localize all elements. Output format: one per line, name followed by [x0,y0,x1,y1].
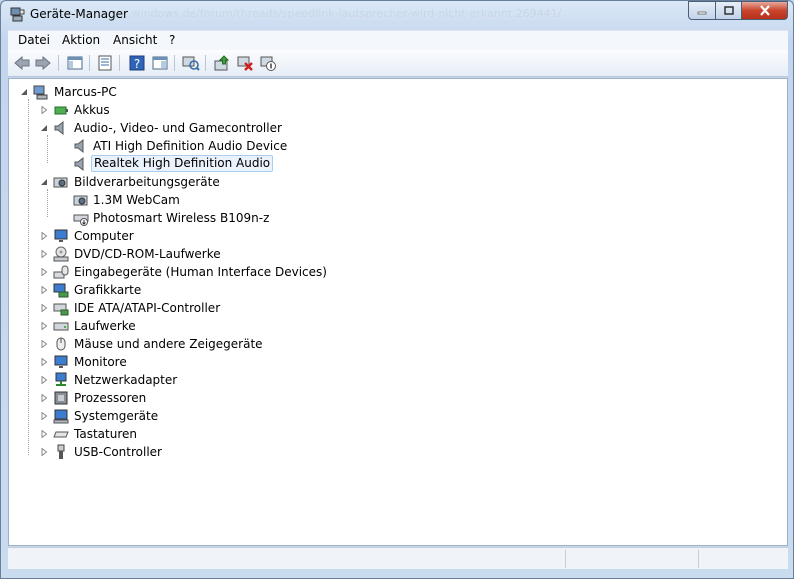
expand-arrow-icon[interactable] [40,322,48,330]
disable-icon[interactable] [259,54,277,72]
status-bar-separator [698,550,699,568]
expand-arrow-icon[interactable] [40,412,48,420]
menu-ansicht[interactable]: Ansicht [113,33,157,47]
tree-item-label: Grafikkarte [74,283,142,297]
back-icon[interactable] [13,54,31,72]
expand-arrow-icon[interactable] [40,232,48,240]
device-manager-app-icon [10,7,25,22]
disc-drive-icon [53,246,69,262]
tree-line-root [28,99,29,455]
tree-item-label: Laufwerke [74,319,136,333]
toolbar-separator [174,55,175,71]
toolbar: ? [8,50,788,77]
close-icon [759,5,770,16]
expand-arrow-icon[interactable] [40,376,48,384]
monitor-icon [54,355,68,368]
menu-datei[interactable]: Datei [18,33,50,47]
collapse-arrow-icon[interactable] [20,88,28,96]
uninstall-icon[interactable] [236,54,254,72]
keyboard-icon [53,431,69,438]
menu-help[interactable]: ? [169,33,175,47]
forward-icon[interactable] [34,54,52,72]
expand-arrow-icon[interactable] [40,286,48,294]
help-icon[interactable]: ? [128,54,146,72]
tree-item-label: Akkus [74,103,110,117]
window-title: Geräte-Manager [30,7,128,21]
speaker-icon [74,156,84,172]
tree-item-label: 1.3M WebCam [93,193,180,207]
camera-icon [53,177,68,188]
camera-icon [73,195,88,206]
menu-bar: Datei Aktion Ansicht ? [8,30,788,50]
menu-aktion[interactable]: Aktion [62,33,100,47]
tree-item-label: Mäuse und andere Zeigegeräte [74,337,263,351]
speaker-icon [74,138,84,154]
status-bar-separator [565,550,566,568]
expand-arrow-icon[interactable] [40,430,48,438]
window-title-ghost-text: ...windows.de/forum/threads/speedlink-la… [121,7,562,20]
speaker-icon [54,120,64,136]
network-adapter-icon [55,372,67,386]
scanner-icon [73,214,89,226]
action-pane-icon[interactable] [151,54,169,72]
collapse-arrow-icon[interactable] [40,178,48,186]
hid-icon [53,265,69,279]
close-button[interactable] [741,1,788,20]
system-devices-icon [53,409,69,424]
tree-item-label: Audio-, Video- und Gamecontroller [74,121,282,135]
status-bar [8,547,788,569]
usb-icon [57,444,65,459]
expand-arrow-icon[interactable] [40,448,48,456]
tree-item-label: ATI High Definition Audio Device [93,139,288,153]
tree-item-label: Prozessoren [74,391,147,405]
tree-item-label: Photosmart Wireless B109n-z [93,211,270,225]
tree-item-label: Systemgeräte [74,409,159,423]
tree-item-label: Bildverarbeitungsgeräte [74,175,220,189]
expand-arrow-icon[interactable] [40,340,48,348]
expand-arrow-icon[interactable] [40,268,48,276]
tree-item-label: USB-Controller [74,445,162,459]
processor-icon [54,391,68,405]
toolbar-separator [89,55,90,71]
expand-arrow-icon[interactable] [40,358,48,366]
tree-item-label: IDE ATA/ATAPI-Controller [74,301,221,315]
device-manager-window: Geräte-Manager ...windows.de/forum/threa… [0,0,794,579]
tree-item-label: Eingabegeräte (Human Interface Devices) [74,265,327,279]
tree-root-label: Marcus-PC [54,85,117,99]
title-bar[interactable]: Geräte-Manager ...windows.de/forum/threa… [1,1,793,29]
expand-arrow-icon[interactable] [40,106,48,114]
maximize-icon [723,6,734,15]
tree-item-label: DVD/CD-ROM-Laufwerke [74,247,221,261]
svg-text:?: ? [134,57,140,71]
mouse-icon [56,337,66,351]
toolbar-separator [205,55,206,71]
tree-item-label: Tastaturen [74,427,137,441]
toolbar-separator [119,55,120,71]
monitor-icon [54,229,68,242]
hard-drive-icon [53,322,69,331]
tree-item-label-selected: Realtek High Definition Audio [91,155,274,172]
tree-item-label: Computer [74,229,134,243]
display-adapter-icon [53,283,69,298]
tree-item-label: Netzwerkadapter [74,373,178,387]
show-hide-console-tree-icon[interactable] [66,54,84,72]
tree-line-audio [47,135,48,163]
scan-hardware-icon[interactable] [182,54,200,72]
expand-arrow-icon[interactable] [40,250,48,258]
update-driver-icon[interactable] [213,54,231,72]
minimize-button[interactable] [688,1,716,20]
battery-icon [54,106,68,115]
expand-arrow-icon[interactable] [40,394,48,402]
tree-item-label: Monitore [74,355,127,369]
ide-controller-icon [53,303,69,316]
maximize-button[interactable] [715,1,742,20]
computer-icon [33,85,48,100]
properties-icon[interactable] [96,54,114,72]
tree-line-imaging [47,189,48,217]
minimize-icon [697,11,707,14]
toolbar-separator [58,55,59,71]
device-tree[interactable]: Marcus-PC Akkus Audio-, Video- und Gamec… [8,78,788,546]
collapse-arrow-icon[interactable] [40,124,48,132]
expand-arrow-icon[interactable] [40,304,48,312]
